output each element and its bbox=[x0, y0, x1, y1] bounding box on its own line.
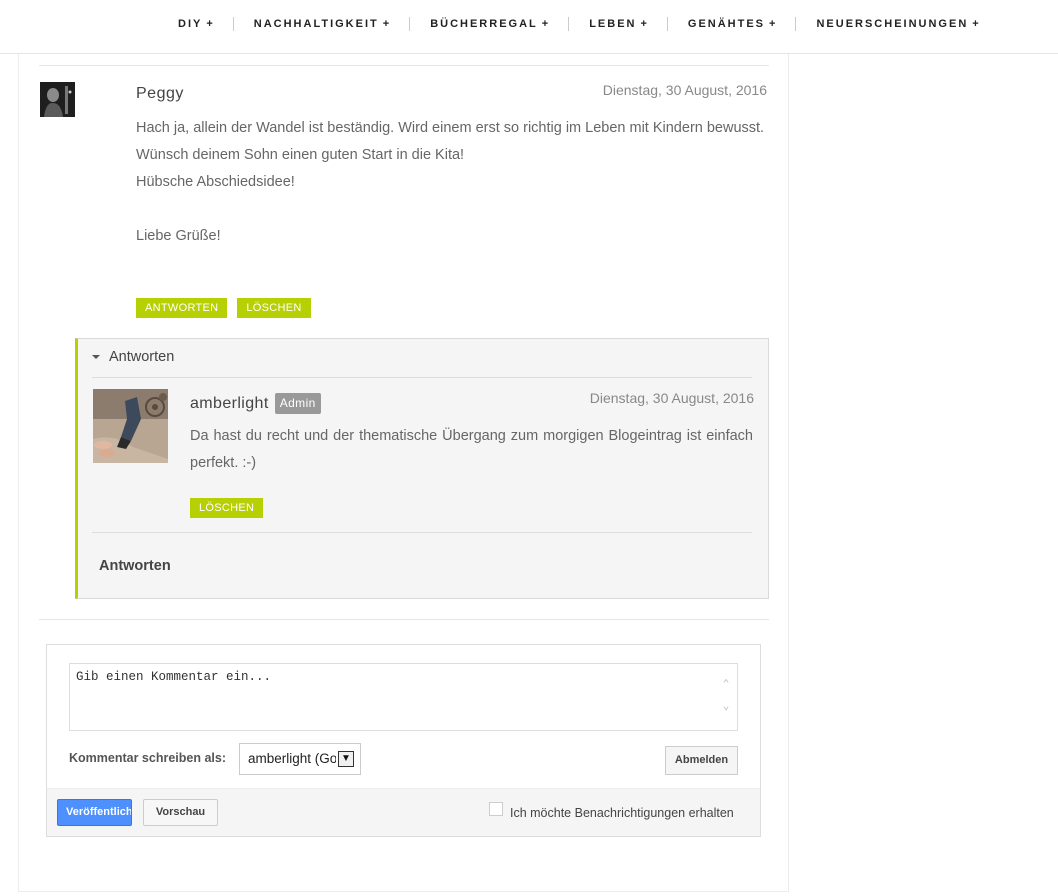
avatar[interactable] bbox=[93, 389, 168, 463]
nav-item-label: GENÄHTES bbox=[687, 17, 766, 30]
delete-button[interactable]: LÖSCHEN bbox=[190, 498, 264, 518]
scroll-up-icon[interactable]: ⌃ bbox=[721, 680, 731, 691]
divider bbox=[92, 532, 752, 533]
comment-author[interactable]: Peggy bbox=[136, 85, 184, 103]
replies-thread: Antworten amberlight Admin Dienstag, 30 … bbox=[75, 338, 769, 599]
nav-item-genaehtes[interactable]: GENÄHTES + bbox=[668, 16, 797, 31]
reply-text: Da hast du recht und der thematische Übe… bbox=[190, 428, 753, 471]
notify-option[interactable]: Ich möchte Benachrichtigungen erhalten bbox=[489, 802, 734, 820]
nav-item-label: LEBEN bbox=[589, 17, 637, 30]
publish-button[interactable]: Veröffentlichen bbox=[57, 799, 132, 826]
notify-label: Ich möchte Benachrichtigungen erhalten bbox=[510, 806, 734, 820]
user-photo-icon bbox=[93, 389, 168, 463]
comment-textarea[interactable]: Gib einen Kommentar ein... ⌃ ⌄ bbox=[69, 663, 738, 731]
expand-plus-icon: + bbox=[640, 17, 647, 30]
avatar[interactable] bbox=[40, 82, 75, 117]
expand-plus-icon: + bbox=[972, 17, 979, 30]
expand-plus-icon: + bbox=[382, 17, 390, 30]
comment-textarea-placeholder: Gib einen Kommentar ein... bbox=[76, 670, 272, 684]
identity-select[interactable]: amberlight (Google) ▼ bbox=[239, 743, 361, 775]
write-as-label: Kommentar schreiben als: bbox=[69, 751, 226, 765]
caret-down-icon bbox=[92, 355, 100, 359]
replies-toggle[interactable]: Antworten bbox=[92, 349, 174, 365]
delete-button[interactable]: LÖSCHEN bbox=[237, 298, 311, 318]
scroll-down-icon[interactable]: ⌄ bbox=[721, 702, 731, 713]
reply-author-name[interactable]: amberlight bbox=[190, 395, 269, 413]
comment-date[interactable]: Dienstag, 30 August, 2016 bbox=[603, 82, 767, 98]
preview-button[interactable]: Vorschau bbox=[143, 799, 218, 826]
notify-checkbox[interactable] bbox=[489, 802, 503, 816]
comment-line: Hach ja, allein der Wandel ist beständig… bbox=[136, 120, 765, 136]
identity-select-value: amberlight (Google) bbox=[248, 751, 336, 766]
top-navigation: DIY + NACHHALTIGKEIT + BÜCHERREGAL + LEBEN +… bbox=[0, 0, 1058, 54]
nav-item-buecherregal[interactable]: BÜCHERREGAL + bbox=[410, 16, 570, 31]
admin-badge: Admin bbox=[274, 393, 321, 414]
comment-line bbox=[136, 196, 769, 223]
comment-actions: ANTWORTEN LÖSCHEN bbox=[136, 298, 311, 318]
nav-item-label: NEUERSCHEINUNGEN bbox=[816, 17, 969, 30]
reply-button[interactable]: ANTWORTEN bbox=[136, 298, 228, 318]
nav-item-nachhaltigkeit[interactable]: NACHHALTIGKEIT + bbox=[234, 16, 411, 31]
expand-plus-icon: + bbox=[541, 17, 549, 30]
nav-item-label: BÜCHERREGAL bbox=[430, 17, 538, 30]
sign-out-button[interactable]: Abmelden bbox=[665, 746, 738, 775]
divider bbox=[39, 65, 769, 66]
nav-item-leben[interactable]: LEBEN + bbox=[569, 16, 668, 31]
nav-item-label: NACHHALTIGKEIT bbox=[253, 17, 379, 30]
comment-line: Wünsch deinem Sohn einen guten Start in … bbox=[136, 147, 465, 163]
reply-actions: LÖSCHEN bbox=[190, 498, 264, 518]
expand-plus-icon: + bbox=[769, 17, 776, 30]
form-footer: Veröffentlichen Vorschau Ich möchte Bena… bbox=[47, 788, 760, 836]
nav-item-diy[interactable]: DIY + bbox=[158, 16, 234, 31]
divider bbox=[92, 377, 752, 378]
reply-date[interactable]: Dienstag, 30 August, 2016 bbox=[590, 390, 754, 406]
user-photo-icon bbox=[40, 82, 75, 117]
chevron-down-icon: ▼ bbox=[338, 751, 354, 767]
expand-plus-icon: + bbox=[206, 17, 213, 30]
nav-menu: DIY + NACHHALTIGKEIT + BÜCHERREGAL + LEBEN +… bbox=[158, 0, 999, 47]
comment-form: Gib einen Kommentar ein... ⌃ ⌄ Kommentar… bbox=[46, 644, 761, 837]
replies-toggle-label: Antworten bbox=[109, 349, 175, 365]
comment-line: Hübsche Abschiedsidee! bbox=[136, 174, 295, 190]
comment-text: Hach ja, allein der Wandel ist beständig… bbox=[136, 115, 769, 250]
nav-item-neuerscheinungen[interactable]: NEUERSCHEINUNGEN + bbox=[796, 17, 998, 31]
reply-link[interactable]: Antworten bbox=[99, 558, 171, 574]
reply-author: amberlight Admin bbox=[190, 393, 321, 414]
comments-section: Peggy Dienstag, 30 August, 2016 Hach ja,… bbox=[18, 54, 789, 892]
nav-item-label: DIY bbox=[178, 17, 203, 30]
comment-line: Liebe Grüße! bbox=[136, 228, 221, 244]
divider bbox=[39, 619, 769, 620]
